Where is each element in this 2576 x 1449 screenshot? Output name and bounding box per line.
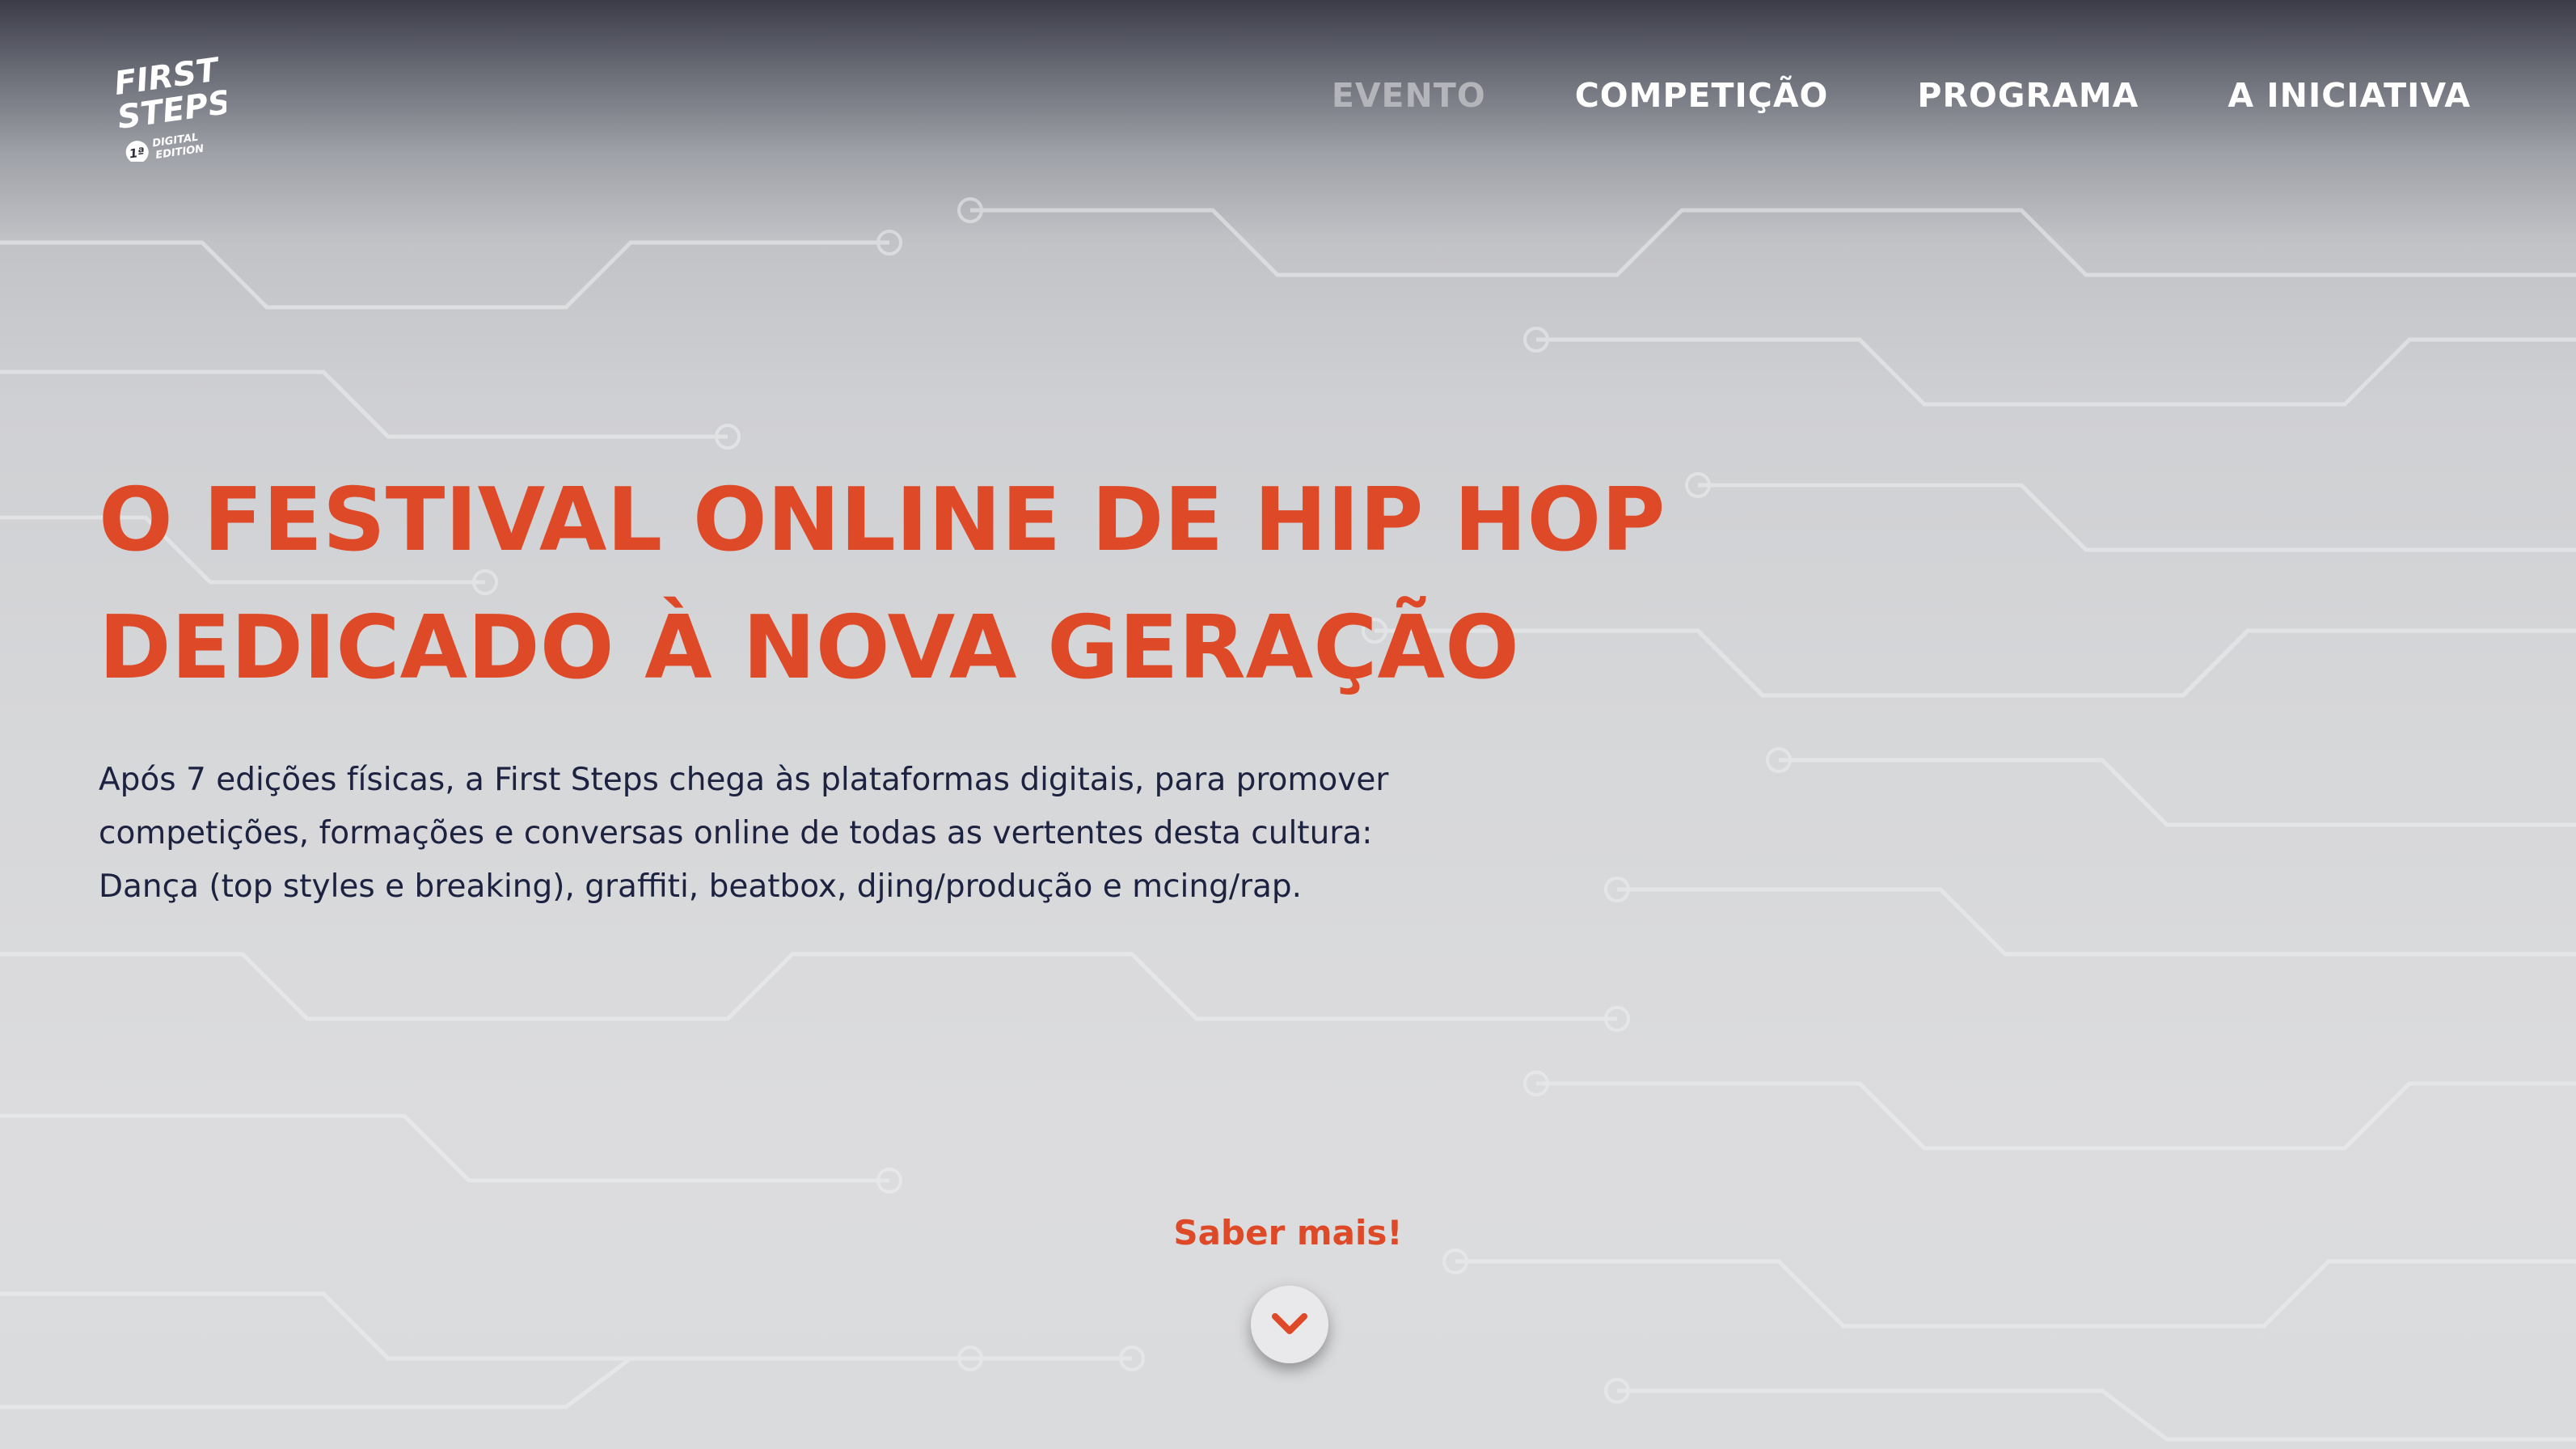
hero-description-line-2: competições, formações e conversas onlin… bbox=[99, 815, 1373, 851]
saber-mais-link[interactable]: Saber mais! bbox=[1126, 1213, 1450, 1253]
nav-item-evento[interactable]: EVENTO bbox=[1332, 76, 1486, 115]
main-navigation: EVENTO COMPETIÇÃO PROGRAMA A INICIATIVA bbox=[1243, 76, 2471, 115]
hero-title-line-1: O FESTIVAL ONLINE DE HIP HOP bbox=[99, 470, 1666, 571]
hero-description-line-3: Dança (top styles e breaking), graffiti,… bbox=[99, 868, 1303, 905]
scroll-down-button[interactable] bbox=[1251, 1286, 1328, 1363]
nav-item-a-iniciativa[interactable]: A INICIATIVA bbox=[2228, 76, 2471, 115]
logo-edition-number: 1ª bbox=[129, 145, 146, 161]
hero-description: Após 7 edições físicas, a First Steps ch… bbox=[99, 754, 1554, 914]
hero-title: O FESTIVAL ONLINE DE HIP HOP DEDICADO À … bbox=[99, 457, 1716, 712]
hero-description-line-1: Após 7 edições físicas, a First Steps ch… bbox=[99, 762, 1389, 798]
logo-graphic: FIRST STEPS 1ª DIGITAL EDITION bbox=[112, 51, 234, 164]
nav-item-programa[interactable]: PROGRAMA bbox=[1917, 76, 2139, 115]
chevron-down-icon bbox=[1272, 1313, 1307, 1334]
nav-item-competicao[interactable]: COMPETIÇÃO bbox=[1575, 76, 1829, 115]
hero-title-line-2: DEDICADO À NOVA GERAÇÃO bbox=[99, 598, 1519, 699]
first-steps-logo[interactable]: FIRST STEPS 1ª DIGITAL EDITION bbox=[112, 49, 234, 164]
site-header: FIRST STEPS 1ª DIGITAL EDITION EVENTO CO… bbox=[0, 0, 2576, 202]
